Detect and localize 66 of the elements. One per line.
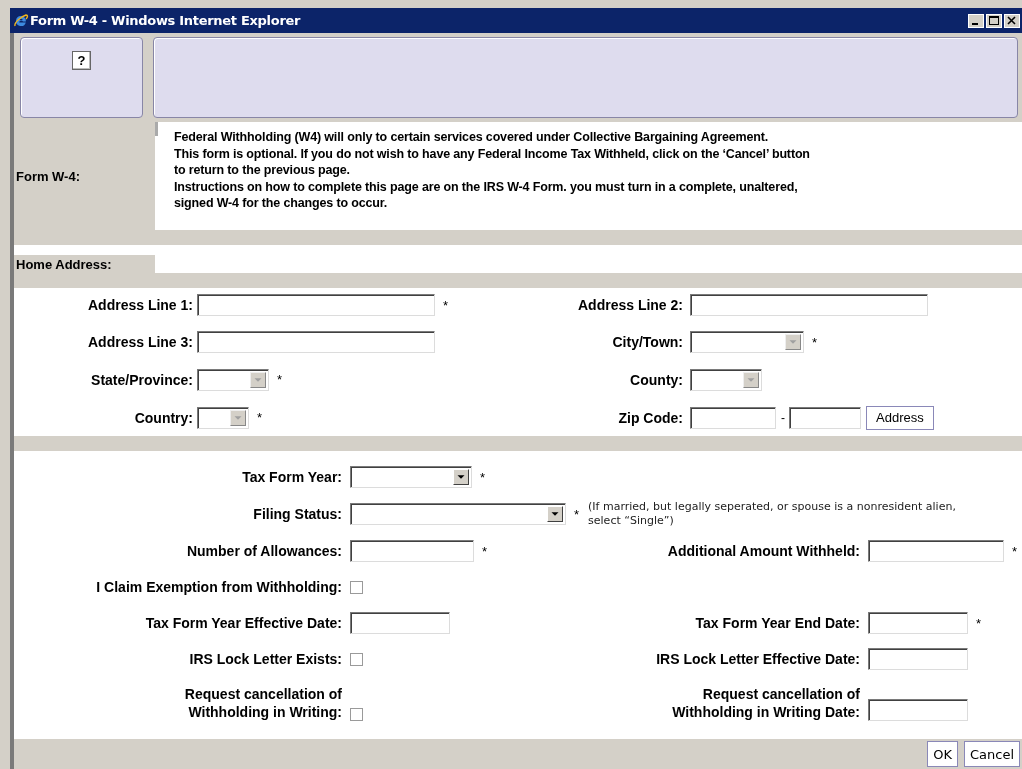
field-label: Tax Form Year: <box>241 469 343 485</box>
hint-text: (If married, but legally seperated, or spouse is a nonresident alien, select “Single”) <box>588 500 957 528</box>
instruction-text: Federal Withholding (W4) will only to certain services covered under Collective Bargaining Agreement. <box>174 129 770 146</box>
field-label: State/Province: <box>90 371 194 388</box>
dropdown-field[interactable] <box>350 503 566 525</box>
required-mark: * <box>443 297 449 313</box>
field-label: Zip Code: <box>617 410 684 426</box>
instruction-text: This form is optional. If you do not wish to have any Federal Income Tax Withheld, click on the ‘Cancel’ button <box>174 145 811 162</box>
dropdown-field[interactable] <box>350 466 472 488</box>
field-label: Tax Form Year Effective Date: <box>144 615 343 631</box>
minimize-icon[interactable] <box>968 13 984 28</box>
field-label: County: <box>629 371 684 388</box>
required-mark: * <box>257 410 263 426</box>
field-label: Country: <box>133 410 194 426</box>
text-field[interactable] <box>197 294 435 316</box>
required-mark: * <box>277 372 283 388</box>
dropdown-field[interactable] <box>197 407 249 429</box>
required-mark: * <box>976 615 982 631</box>
section-label: Home Address: <box>14 255 155 273</box>
field-label: Tax Form Year End Date: <box>694 615 861 631</box>
browser-logo-icon <box>13 12 29 29</box>
zip-field[interactable] <box>789 407 861 429</box>
zip-field[interactable] <box>690 407 776 429</box>
field-label: Additional Amount Withheld: <box>666 543 861 559</box>
field-label: I Claim Exemption from Withholding: <box>95 579 343 595</box>
text-field[interactable] <box>868 612 968 634</box>
checkbox[interactable] <box>350 652 363 666</box>
field-label: Request cancellation of Withholding in Writing Date: <box>671 685 861 721</box>
field-label: IRS Lock Letter Exists: <box>188 651 343 667</box>
required-mark: * <box>812 334 818 350</box>
field-label: IRS Lock Letter Effective Date: <box>655 651 861 667</box>
ok-button[interactable]: OK <box>927 741 958 767</box>
required-mark: * <box>574 506 580 522</box>
checkbox[interactable] <box>350 580 363 594</box>
section-label: Form W-4: <box>14 122 155 230</box>
instruction-text: signed W-4 for the changes to occur. <box>174 195 389 212</box>
checkbox[interactable] <box>350 708 363 721</box>
required-mark: * <box>480 469 486 485</box>
window-title: Form W-4 - Windows Internet Explorer <box>30 13 301 28</box>
text-field[interactable] <box>868 699 968 721</box>
field-label: Address Line 3: <box>86 334 194 351</box>
text-field[interactable] <box>350 540 474 562</box>
address-button[interactable]: Address <box>866 406 934 430</box>
help-button[interactable]: ? <box>72 51 91 70</box>
field-label: City/Town: <box>611 334 684 351</box>
text-field[interactable] <box>197 331 435 354</box>
field-label: Filing Status: <box>252 506 343 522</box>
instruction-text: Instructions on how to complete this page are on the IRS W-4 Form. you must turn in a complete, unaltered, <box>174 178 799 195</box>
required-mark: * <box>482 543 488 559</box>
text-field[interactable] <box>868 540 1004 562</box>
required-mark: * <box>1012 543 1018 559</box>
separator-text: - <box>781 411 785 425</box>
dropdown-field[interactable] <box>690 368 762 391</box>
text-field[interactable] <box>868 648 968 670</box>
maximize-icon[interactable] <box>986 13 1002 28</box>
field-label: Request cancellation of Withholding in Writing: <box>183 685 343 721</box>
dropdown-field[interactable] <box>690 331 804 354</box>
dropdown-field[interactable] <box>197 368 269 391</box>
field-label: Address Line 2: <box>576 297 684 313</box>
field-label: Address Line 1: <box>86 297 194 313</box>
field-label: Number of Allowances: <box>185 543 343 559</box>
cancel-button[interactable]: Cancel <box>963 741 1020 767</box>
close-icon[interactable] <box>1004 13 1020 28</box>
instruction-text: to return to the previous page. <box>174 162 351 179</box>
text-field[interactable] <box>350 612 450 634</box>
text-field[interactable] <box>690 294 928 316</box>
